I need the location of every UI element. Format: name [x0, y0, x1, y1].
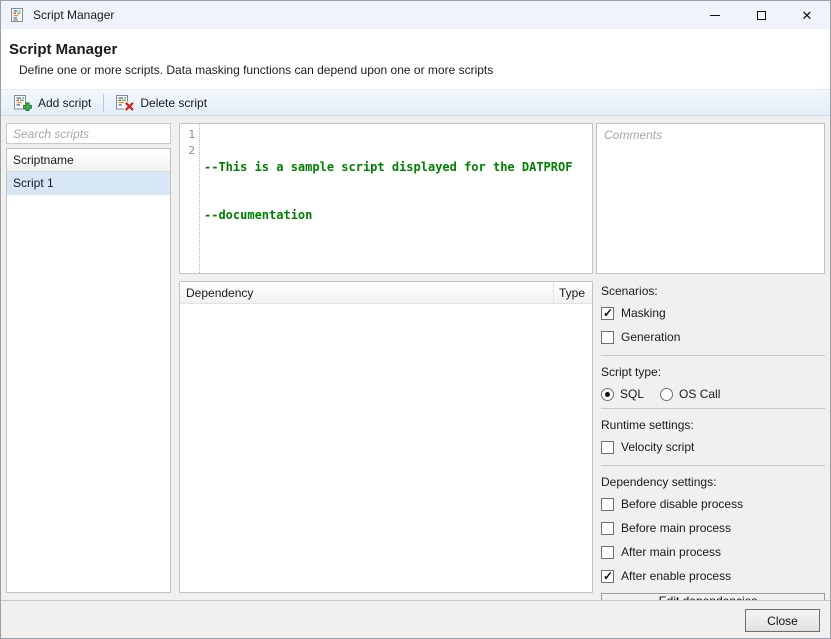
code-line: --This is a sample script displayed for … — [204, 159, 592, 175]
script-list-header[interactable]: Scriptname — [7, 149, 170, 172]
after-enable-process-label: After enable process — [621, 569, 731, 583]
close-icon: ✕ — [802, 9, 813, 22]
velocity-script-checkbox-row[interactable]: Velocity script — [601, 440, 825, 454]
script-icon — [9, 7, 25, 23]
before-main-process-checkbox-row[interactable]: Before main process — [601, 521, 825, 535]
footer: Close — [1, 600, 830, 638]
add-script-label: Add script — [38, 96, 91, 110]
after-main-process-checkbox[interactable] — [601, 546, 614, 559]
section-divider — [601, 465, 825, 466]
add-script-icon — [14, 95, 32, 111]
dependency-settings-label: Dependency settings: — [601, 475, 825, 489]
runtime-settings-label: Runtime settings: — [601, 418, 825, 432]
page-header: Script Manager Define one or more script… — [1, 29, 830, 89]
after-enable-process-checkbox-row[interactable]: After enable process — [601, 569, 825, 583]
before-main-process-label: Before main process — [621, 521, 731, 535]
delete-script-icon — [116, 95, 134, 111]
scenarios-label: Scenarios: — [601, 284, 825, 298]
velocity-script-label: Velocity script — [621, 440, 694, 454]
sql-radio-row[interactable]: SQL — [601, 387, 644, 401]
os-call-radio[interactable] — [660, 388, 673, 401]
page-title: Script Manager — [1, 29, 830, 58]
generation-checkbox-row[interactable]: Generation — [601, 330, 825, 344]
minimize-button[interactable] — [692, 1, 738, 29]
script-manager-dialog: Script Manager ✕ Script Manager Define o… — [0, 0, 831, 639]
script-list: Scriptname Script 1 — [6, 148, 171, 593]
sql-radio[interactable] — [601, 388, 614, 401]
dependency-column-header[interactable]: Dependency — [180, 282, 554, 303]
masking-checkbox-row[interactable]: Masking — [601, 306, 825, 320]
code-area[interactable]: --This is a sample script displayed for … — [200, 124, 592, 273]
before-disable-process-checkbox[interactable] — [601, 498, 614, 511]
maximize-button[interactable] — [738, 1, 784, 29]
line-number: 1 — [180, 127, 195, 143]
masking-checkbox[interactable] — [601, 307, 614, 320]
delete-script-button[interactable]: Delete script — [109, 92, 214, 114]
after-main-process-label: After main process — [621, 545, 721, 559]
search-scripts-input[interactable] — [6, 123, 171, 144]
before-main-process-checkbox[interactable] — [601, 522, 614, 535]
code-line: --documentation — [204, 207, 592, 223]
titlebar: Script Manager ✕ — [1, 1, 830, 29]
os-call-label: OS Call — [679, 387, 720, 401]
toolbar: Add script Delete script — [1, 89, 830, 116]
maximize-icon — [757, 11, 766, 20]
close-window-button[interactable]: ✕ — [784, 1, 830, 29]
settings-panel: Scenarios: Masking Generation Script typ… — [601, 284, 825, 593]
after-enable-process-checkbox[interactable] — [601, 570, 614, 583]
section-divider — [601, 355, 825, 356]
generation-checkbox[interactable] — [601, 331, 614, 344]
add-script-button[interactable]: Add script — [7, 92, 98, 114]
script-list-item[interactable]: Script 1 — [7, 172, 170, 195]
delete-script-label: Delete script — [140, 96, 207, 110]
type-column-header[interactable]: Type — [554, 282, 592, 303]
generation-label: Generation — [621, 330, 680, 344]
dependency-table-header: Dependency Type — [180, 282, 592, 304]
sql-label: SQL — [620, 387, 644, 401]
before-disable-process-checkbox-row[interactable]: Before disable process — [601, 497, 825, 511]
after-main-process-checkbox-row[interactable]: After main process — [601, 545, 825, 559]
window-controls: ✕ — [692, 1, 830, 29]
minimize-icon — [710, 15, 720, 16]
line-number-gutter: 1 2 — [180, 124, 200, 273]
close-button[interactable]: Close — [745, 609, 820, 632]
script-type-radio-group: SQL OS Call — [601, 387, 825, 401]
comments-textarea[interactable] — [596, 123, 825, 274]
os-call-radio-row[interactable]: OS Call — [660, 387, 720, 401]
code-editor[interactable]: 1 2 --This is a sample script displayed … — [179, 123, 593, 274]
page-subtitle: Define one or more scripts. Data masking… — [1, 58, 830, 77]
velocity-script-checkbox[interactable] — [601, 441, 614, 454]
toolbar-separator — [103, 94, 104, 112]
window-title: Script Manager — [33, 8, 114, 22]
script-type-label: Script type: — [601, 365, 825, 379]
dependency-table: Dependency Type — [179, 281, 593, 593]
before-disable-process-label: Before disable process — [621, 497, 743, 511]
line-number: 2 — [180, 143, 195, 159]
masking-label: Masking — [621, 306, 666, 320]
section-divider — [601, 408, 825, 409]
